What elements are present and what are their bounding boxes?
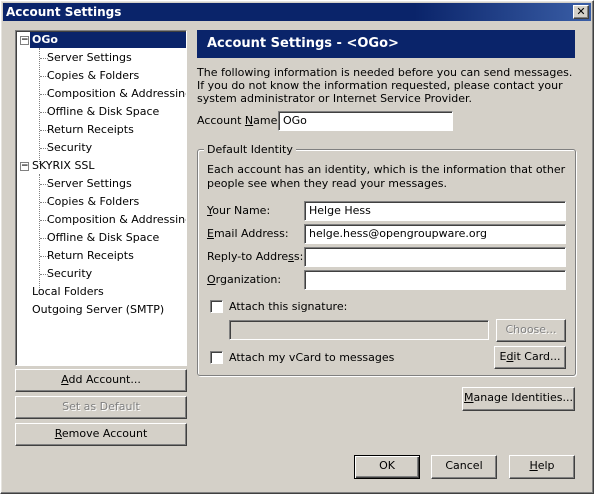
signature-path-field[interactable] <box>229 320 489 340</box>
manage-identities-button[interactable]: Manage Identities... <box>462 387 575 411</box>
ok-button[interactable]: OK <box>354 455 420 479</box>
attach-signature-checkbox[interactable] <box>210 300 223 313</box>
your-name-field[interactable]: Helge Hess <box>304 201 566 221</box>
close-button[interactable]: ✕ <box>573 5 589 19</box>
add-account-button[interactable]: Add Account... <box>15 369 187 392</box>
tree-connector <box>39 174 40 290</box>
tree-account-label: OGo <box>32 33 58 46</box>
edit-card-button[interactable]: Edit Card... <box>494 346 566 369</box>
collapse-icon[interactable]: − <box>20 162 29 171</box>
tree-account-ogo[interactable]: OGo <box>30 32 186 48</box>
collapse-icon[interactable]: − <box>20 36 29 45</box>
attach-vcard-label: Attach my vCard to messages <box>229 351 395 364</box>
organization-label: Organization: <box>207 273 282 286</box>
identity-description: Each account has an identity, which is t… <box>207 163 566 190</box>
intro-text: The following information is needed befo… <box>197 66 573 105</box>
panel-header: Account Settings - <OGo> <box>197 30 575 58</box>
default-identity-legend: Default Identity <box>204 143 296 156</box>
your-name-label: Your Name: <box>207 204 271 217</box>
account-name-label: Account Name: <box>197 114 282 127</box>
reply-to-field[interactable] <box>304 247 566 267</box>
tree-item-composition-addressing[interactable]: Composition & Addressing <box>45 86 186 102</box>
tree-item-outgoing-server[interactable]: Outgoing Server (SMTP) <box>30 302 166 318</box>
tree-item-copies-folders[interactable]: Copies & Folders <box>45 194 141 210</box>
set-as-default-button[interactable]: Set as Default <box>15 396 187 419</box>
reply-to-label: Reply-to Address: <box>207 250 304 263</box>
email-address-field[interactable]: helge.hess@opengroupware.org <box>304 224 566 244</box>
tree-item-composition-addressing[interactable]: Composition & Addressing <box>45 212 186 228</box>
tree-item-return-receipts[interactable]: Return Receipts <box>45 248 136 264</box>
panel-header-title: Account Settings - <OGo> <box>207 36 399 51</box>
tree-item-offline-disk-space[interactable]: Offline & Disk Space <box>45 230 161 246</box>
organization-field[interactable] <box>304 270 566 290</box>
cancel-button[interactable]: Cancel <box>431 455 497 479</box>
tree-item-local-folders[interactable]: Local Folders <box>30 284 106 300</box>
attach-vcard-checkbox[interactable] <box>210 351 223 364</box>
tree-connector <box>39 48 40 164</box>
help-button[interactable]: Help <box>509 455 575 479</box>
attach-signature-label: Attach this signature: <box>229 300 348 313</box>
tree-item-security[interactable]: Security <box>45 140 94 156</box>
tree-item-return-receipts[interactable]: Return Receipts <box>45 122 136 138</box>
close-icon: ✕ <box>576 5 586 18</box>
tree-item-server-settings[interactable]: Server Settings <box>45 50 134 66</box>
tree-item-server-settings[interactable]: Server Settings <box>45 176 134 192</box>
title-bar[interactable]: Account Settings ✕ <box>3 3 591 21</box>
tree-account-skyrix-ssl[interactable]: SKYRIX SSL <box>30 158 97 174</box>
tree-item-security[interactable]: Security <box>45 266 94 282</box>
email-address-label: Email Address: <box>207 227 289 240</box>
tree-item-offline-disk-space[interactable]: Offline & Disk Space <box>45 104 161 120</box>
account-tree[interactable]: − OGo Server Settings Copies & Folders C… <box>15 30 187 366</box>
window-title: Account Settings <box>6 5 122 19</box>
remove-account-button[interactable]: Remove Account <box>15 423 187 446</box>
choose-button[interactable]: Choose... <box>496 319 566 342</box>
tree-item-copies-folders[interactable]: Copies & Folders <box>45 68 141 84</box>
account-name-field[interactable]: OGo <box>278 111 453 131</box>
tree-account-label: SKYRIX SSL <box>32 159 95 172</box>
